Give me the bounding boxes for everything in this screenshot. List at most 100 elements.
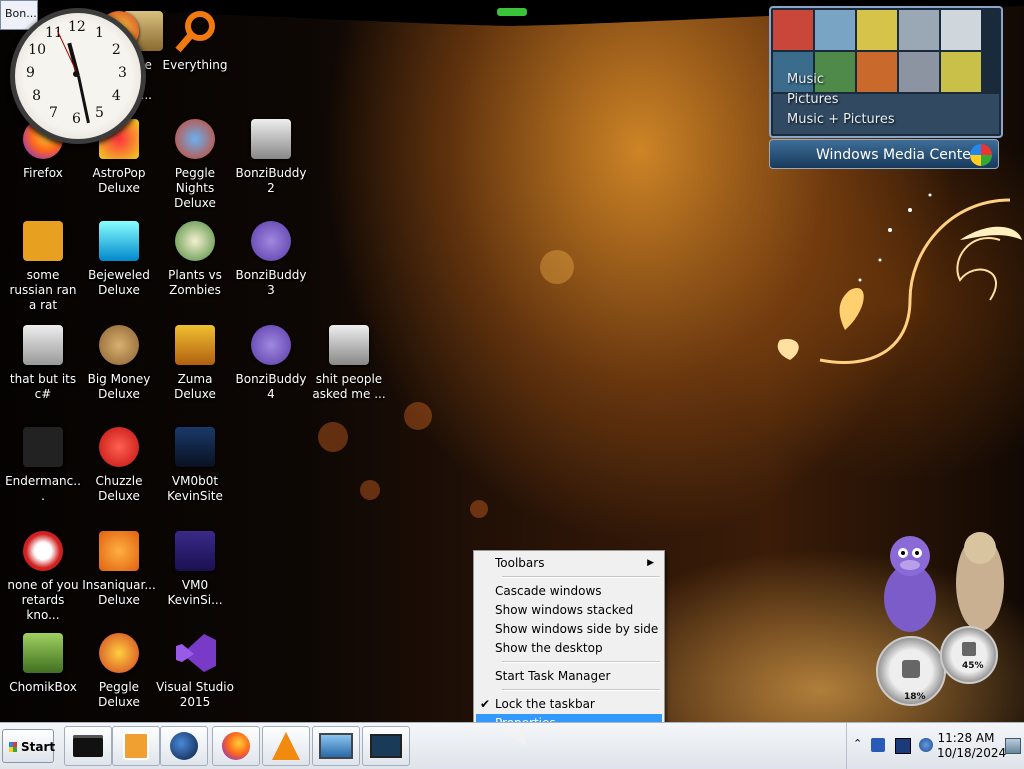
clock-numeral: 3	[118, 65, 127, 81]
show-hidden-icons-icon[interactable]: ⌃	[853, 737, 867, 751]
desktop-icon-label: Plants vs Zombies	[168, 268, 222, 297]
desktop-icon[interactable]: Big Money Deluxe	[80, 322, 158, 402]
wmc-music-pictures-link[interactable]: Music + Pictures	[787, 110, 895, 130]
checkmark-icon: ✔	[480, 697, 491, 711]
desktop-icon-label: BonziBuddy4	[235, 372, 307, 401]
clock-numeral: 12	[68, 19, 86, 35]
desktop-icon-label: VM0 KevinSi...	[167, 578, 223, 607]
wmc-music-link[interactable]: Music	[787, 70, 895, 90]
clock-numeral: 5	[95, 104, 104, 121]
taskbar-remote-desktop-button[interactable]	[362, 726, 410, 766]
desktop-icon-label: none of you retards kno...	[7, 578, 79, 622]
menu-item-cascade[interactable]: Cascade windows	[476, 582, 662, 601]
clock-numeral: 6	[72, 111, 81, 127]
tray-clock[interactable]: 11:28 AM 10/18/2024	[937, 731, 1007, 761]
chomikbox-icon	[20, 630, 66, 676]
menu-item-lock-taskbar[interactable]: ✔ Lock the taskbar	[476, 695, 662, 714]
desktop-icon[interactable]: Zuma Deluxe	[156, 322, 234, 402]
desktop-icon-label: Everything	[162, 58, 228, 72]
desktop-icon[interactable]: BonziBuddy2	[232, 116, 310, 196]
desktop-icon[interactable]: Plants vs Zombies	[156, 218, 234, 298]
desktop-icon-label: Bejeweled Deluxe	[88, 268, 150, 297]
media-center-brand-bar[interactable]: Windows Media Center	[769, 139, 999, 169]
menu-item-side-by-side[interactable]: Show windows side by side	[476, 620, 662, 639]
desktop-icon-label: shit people asked me ...	[312, 372, 386, 401]
desktop-icon[interactable]: none of you retards kno...	[4, 528, 82, 623]
menu-item-task-manager[interactable]: Start Task Manager	[476, 667, 662, 686]
media-player-icon	[123, 732, 149, 760]
search-icon	[172, 8, 218, 54]
desktop-icon[interactable]: BonziBuddy3	[232, 218, 310, 298]
desktop-icon[interactable]: VM0b0t KevinSite	[156, 424, 234, 504]
clock-numeral: 2	[111, 42, 121, 58]
clock-gadget[interactable]: 12 1 2 3 4 5 6 7 8 9 10 11	[10, 8, 146, 144]
monitor-tray-icon[interactable]	[895, 738, 911, 754]
media-center-brand: Windows Media Center	[816, 147, 977, 163]
desktop-icon[interactable]: BonziBuddy4	[232, 322, 310, 402]
menu-separator	[502, 689, 660, 691]
cmd-icon	[73, 735, 103, 757]
clock-numeral: 8	[32, 88, 42, 104]
firefox-icon	[222, 732, 250, 760]
taskbar-media-player-button[interactable]	[112, 726, 160, 766]
desktop-icon[interactable]: some russian ran a rat	[4, 218, 82, 313]
tray-date: 10/18/2024	[937, 746, 1007, 760]
monitor-icon	[172, 424, 218, 470]
clock-numeral: 9	[26, 65, 35, 81]
taskbar-firefox-button[interactable]	[212, 726, 260, 766]
taskbar-globe-button[interactable]	[160, 726, 208, 766]
desktop-icon-label: Chuzzle Deluxe	[95, 474, 143, 503]
desktop-icon-label: Peggle Nights Deluxe	[174, 166, 216, 210]
memory-percentage: 45%	[962, 661, 984, 671]
volume-tray-icon[interactable]	[919, 738, 933, 752]
console-icon	[20, 424, 66, 470]
menu-item-stacked[interactable]: Show windows stacked	[476, 601, 662, 620]
desktop-icon-label: BonziBuddy2	[235, 166, 307, 195]
windows-stack-icon	[20, 322, 66, 368]
desktop-icon-label: ChomikBox	[9, 680, 77, 694]
bonzi-icon	[248, 322, 294, 368]
wmc-pictures-link[interactable]: Pictures	[787, 90, 895, 110]
clock-numeral: 1	[95, 25, 104, 42]
gem-icon	[96, 218, 142, 264]
start-button[interactable]: Start	[2, 729, 55, 763]
taskbar-cmd-button[interactable]	[64, 726, 112, 766]
desktop-icon[interactable]: Chuzzle Deluxe	[80, 424, 158, 504]
taskbar-display-button[interactable]	[312, 726, 360, 766]
taskbar-vlc-button[interactable]	[262, 726, 310, 766]
show-desktop-button[interactable]	[1005, 738, 1021, 754]
folder-icon	[248, 116, 294, 162]
cpu-percentage: 18%	[904, 692, 926, 702]
desktop-icon[interactable]: Visual Studio 2015	[156, 630, 234, 710]
desktop-icon[interactable]: Bejeweled Deluxe	[80, 218, 158, 298]
second-hand	[56, 30, 79, 77]
dragon-icon	[20, 528, 66, 574]
plant-icon	[172, 218, 218, 264]
desktop-icon-label: BonziBuddy3	[235, 268, 307, 297]
firefox-file-icon	[172, 528, 218, 574]
desktop-icon[interactable]: Peggle Nights Deluxe	[156, 116, 234, 211]
desktop-icon[interactable]: Insaniquar... Deluxe	[80, 528, 158, 608]
desktop-icon[interactable]: shit people asked me ...	[310, 322, 388, 402]
desktop-icon-label: Insaniquar... Deluxe	[82, 578, 156, 607]
network-tray-icon[interactable]	[871, 738, 885, 752]
menu-item-show-desktop[interactable]: Show the desktop	[476, 639, 662, 658]
peggle-icon	[96, 630, 142, 676]
bonzi-buddy-character[interactable]	[870, 528, 1020, 648]
desktop-icon[interactable]: that but its c#	[4, 322, 82, 402]
desktop-icon[interactable]: ChomikBox	[4, 630, 82, 695]
peggle-nights-icon	[172, 116, 218, 162]
desktop-icon[interactable]: VM0 KevinSi...	[156, 528, 234, 608]
desktop-icon-label: Visual Studio 2015	[156, 680, 234, 709]
money-bag-icon	[96, 322, 142, 368]
menu-item-toolbars[interactable]: Toolbars ▶	[476, 554, 662, 573]
desktop-icon[interactable]: Everything	[156, 8, 234, 73]
windows-logo-icon	[970, 144, 992, 166]
desktop-icon-label: some russian ran a rat	[9, 268, 77, 312]
desktop-icon[interactable]: Endermanc...	[4, 424, 82, 504]
system-tray: ⌃ 11:28 AM 10/18/2024	[846, 723, 1024, 769]
desktop-icon[interactable]: Peggle Deluxe	[80, 630, 158, 710]
clock-numeral: 10	[28, 42, 46, 58]
visual-studio-icon	[172, 630, 218, 676]
media-center-gadget[interactable]: Music Pictures Music + Pictures	[769, 6, 1003, 138]
